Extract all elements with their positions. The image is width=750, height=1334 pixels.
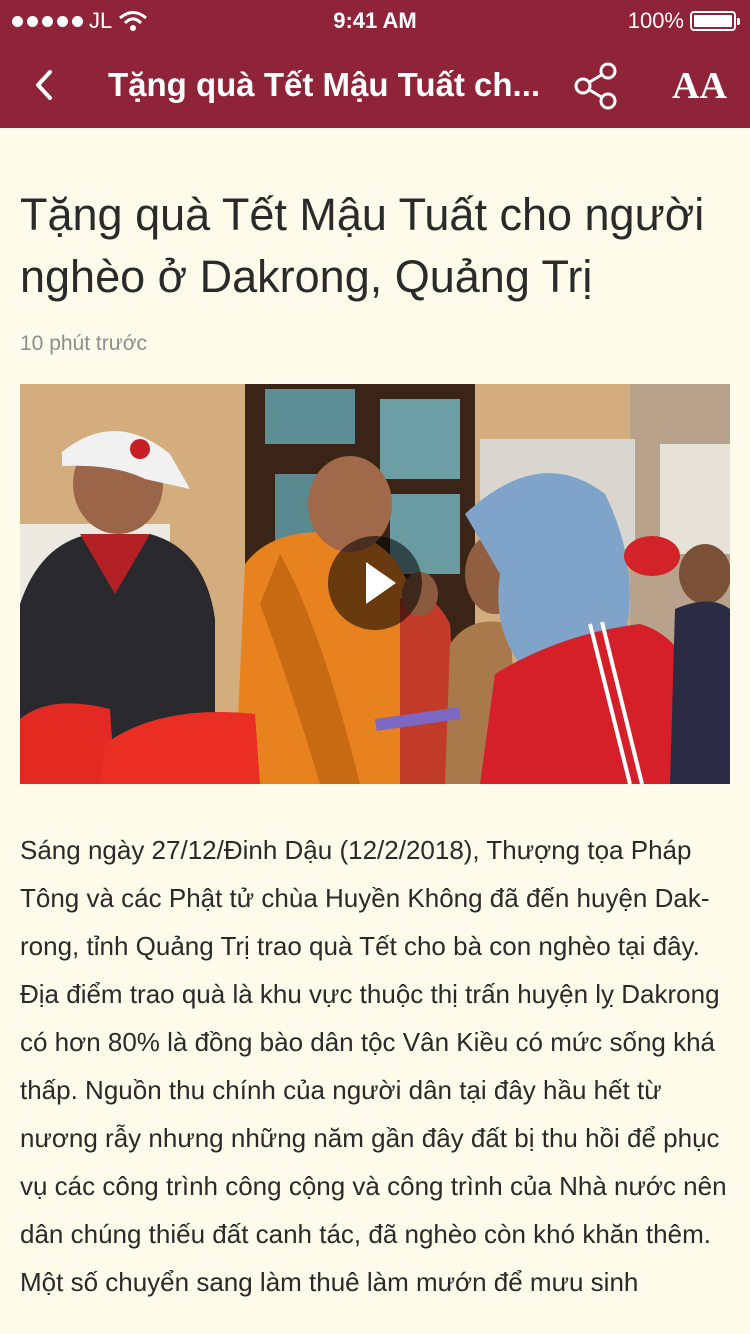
article-video[interactable] (20, 384, 730, 784)
article-body: Sáng ngày 27/12/Đinh Dậu (12/2/2018), Th… (20, 835, 727, 1297)
battery-icon (690, 11, 740, 31)
font-size-button[interactable]: AA (672, 64, 727, 107)
play-button[interactable] (328, 536, 422, 630)
font-size-icon: AA (672, 65, 727, 107)
play-icon (366, 562, 396, 604)
status-bar: JL 9:41 AM 100% (0, 0, 750, 40)
share-icon (574, 62, 617, 110)
status-right: 100% (627, 8, 740, 34)
back-button[interactable] (22, 60, 66, 110)
navigation-bar: Tặng quà Tết Mậu Tuất ch... AA (0, 40, 750, 128)
share-button[interactable] (570, 60, 622, 112)
article-timestamp: 10 phút trước (20, 332, 148, 355)
battery-percent: 100% (627, 8, 684, 33)
nav-title: Tặng quà Tết Mậu Tuất ch... (108, 66, 541, 103)
chevron-left-icon (36, 70, 52, 100)
article: Tặng quà Tết Mậu Tuất cho người nghèo ở … (20, 128, 730, 1306)
article-headline: Tặng quà Tết Mậu Tuất cho người nghèo ở … (20, 189, 705, 302)
